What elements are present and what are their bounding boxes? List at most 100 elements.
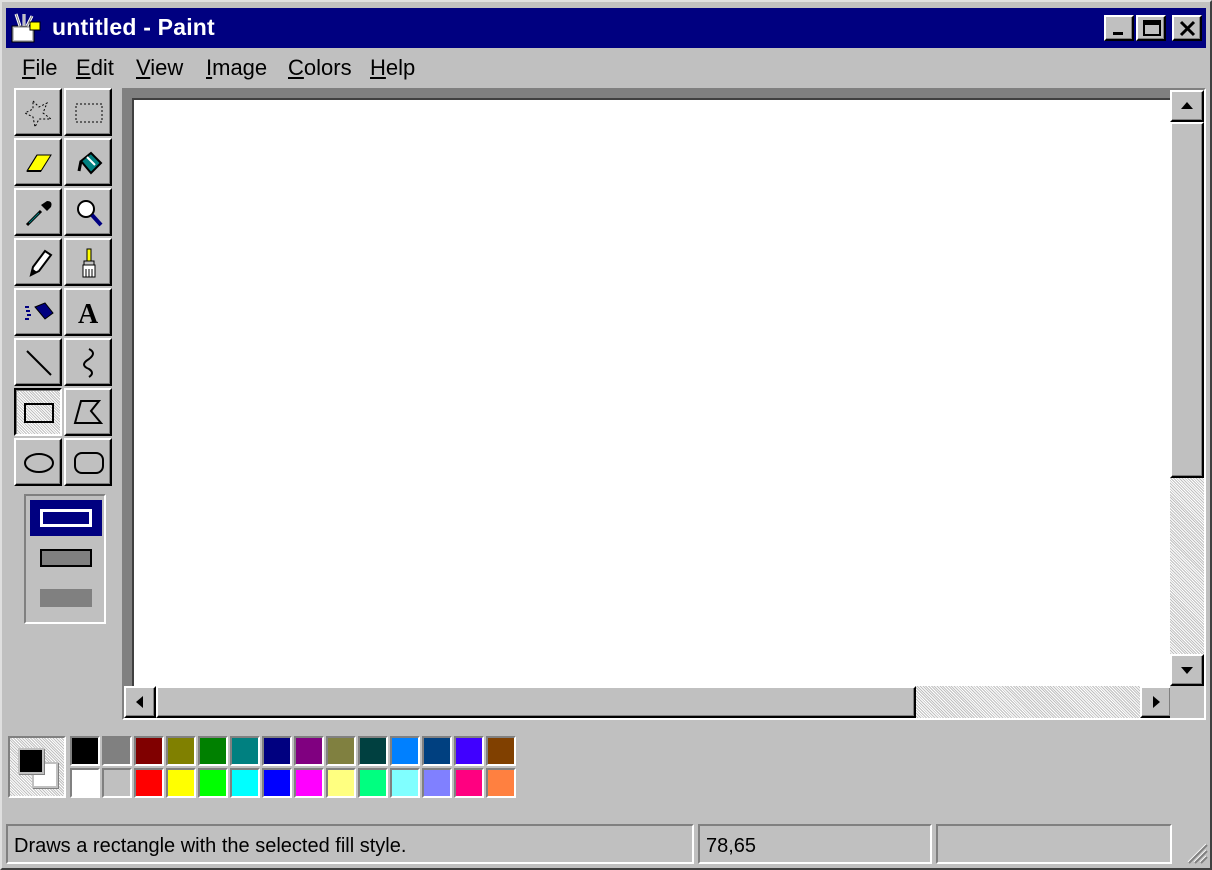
palette-swatch[interactable] <box>390 736 420 766</box>
tool-free-form-select[interactable] <box>14 88 62 136</box>
fill-style-fill[interactable] <box>30 580 102 616</box>
status-message: Draws a rectangle with the selected fill… <box>14 835 407 857</box>
rounded-rectangle-icon <box>74 452 104 474</box>
close-button[interactable] <box>1172 15 1202 41</box>
tool-magnifier[interactable] <box>64 188 112 236</box>
palette-swatch[interactable] <box>198 736 228 766</box>
tool-eraser[interactable] <box>14 138 62 186</box>
eyedropper-icon <box>25 201 52 227</box>
palette-swatch[interactable] <box>230 768 260 798</box>
palette-swatch[interactable] <box>102 736 132 766</box>
palette-swatch[interactable] <box>358 768 388 798</box>
palette-swatch[interactable] <box>70 768 100 798</box>
menu-view[interactable]: View <box>134 55 185 81</box>
palette-swatch[interactable] <box>230 736 260 766</box>
arrow-left-icon <box>136 696 143 708</box>
line-icon <box>26 350 52 376</box>
foreground-color <box>18 748 44 774</box>
rectangle-select-icon <box>75 103 103 123</box>
maximize-icon <box>1143 20 1161 36</box>
horizontal-scroll-thumb[interactable] <box>156 686 916 718</box>
tool-text[interactable]: A <box>64 288 112 336</box>
fill-style-outline-fill[interactable] <box>30 540 102 576</box>
palette-swatch[interactable] <box>166 768 196 798</box>
current-colors[interactable] <box>8 736 66 798</box>
scroll-up-button[interactable] <box>1170 90 1204 122</box>
palette-swatch[interactable] <box>134 736 164 766</box>
minimize-icon <box>1113 32 1123 35</box>
palette-swatch[interactable] <box>102 768 132 798</box>
drawing-canvas[interactable] <box>132 98 1174 690</box>
tool-pick-color[interactable] <box>14 188 62 236</box>
svg-text:A: A <box>78 299 99 329</box>
paint-app-icon[interactable] <box>10 12 42 44</box>
palette-swatch[interactable] <box>486 768 516 798</box>
canvas-frame <box>122 88 1206 720</box>
scroll-right-button[interactable] <box>1140 686 1172 718</box>
scroll-down-button[interactable] <box>1170 654 1204 686</box>
status-size-panel <box>936 824 1172 864</box>
pencil-icon <box>29 249 53 277</box>
tool-curve[interactable] <box>64 338 112 386</box>
paint-window: untitled - Paint File Edit View Image Co… <box>0 0 1212 870</box>
arrow-down-icon <box>1181 667 1193 674</box>
palette-swatch[interactable] <box>390 768 420 798</box>
palette-swatch[interactable] <box>262 768 292 798</box>
menu-bar: File Edit View Image Colors Help <box>6 52 1206 84</box>
palette-swatch[interactable] <box>326 736 356 766</box>
maximize-button[interactable] <box>1136 15 1166 41</box>
tool-rectangle[interactable] <box>14 388 62 436</box>
outline-fill-swatch <box>40 549 92 567</box>
menu-file[interactable]: File <box>20 55 59 81</box>
palette-swatch[interactable] <box>422 768 452 798</box>
status-coordinates-panel: 78,65 <box>698 824 932 864</box>
fill-style-outline[interactable] <box>30 500 102 536</box>
tool-fill-with-color[interactable] <box>64 138 112 186</box>
menu-colors[interactable]: Colors <box>286 55 354 81</box>
color-palette <box>8 734 528 802</box>
curve-icon <box>83 348 94 378</box>
vertical-scroll-thumb[interactable] <box>1170 122 1204 478</box>
palette-swatch[interactable] <box>454 768 484 798</box>
status-message-panel: Draws a rectangle with the selected fill… <box>6 824 694 864</box>
window-title: untitled - Paint <box>52 14 215 40</box>
fill-swatch <box>40 589 92 607</box>
paint-bucket-icon <box>77 151 103 175</box>
palette-swatch[interactable] <box>326 768 356 798</box>
tool-airbrush[interactable] <box>14 288 62 336</box>
scroll-left-button[interactable] <box>124 686 156 718</box>
resize-grip-icon[interactable] <box>1182 838 1208 864</box>
palette-swatch[interactable] <box>70 736 100 766</box>
palette-swatch[interactable] <box>486 736 516 766</box>
palette-swatch[interactable] <box>294 768 324 798</box>
tool-pencil[interactable] <box>14 238 62 286</box>
palette-swatch[interactable] <box>294 736 324 766</box>
title-bar[interactable]: untitled - Paint <box>6 8 1206 48</box>
tool-line[interactable] <box>14 338 62 386</box>
tool-rounded-rectangle[interactable] <box>64 438 112 486</box>
arrow-right-icon <box>1153 696 1160 708</box>
horizontal-scrollbar[interactable] <box>124 686 1172 718</box>
palette-swatch[interactable] <box>198 768 228 798</box>
palette-swatch[interactable] <box>166 736 196 766</box>
palette-swatch[interactable] <box>422 736 452 766</box>
menu-edit[interactable]: Edit <box>74 55 116 81</box>
menu-help[interactable]: Help <box>368 55 417 81</box>
tool-ellipse[interactable] <box>14 438 62 486</box>
scroll-corner <box>1170 686 1204 718</box>
tool-polygon[interactable] <box>64 388 112 436</box>
cursor-coordinates: 78,65 <box>706 835 757 857</box>
free-form-select-icon <box>23 99 53 129</box>
tool-select[interactable] <box>64 88 112 136</box>
palette-swatch[interactable] <box>134 768 164 798</box>
menu-image[interactable]: Image <box>204 55 269 81</box>
palette-swatch[interactable] <box>358 736 388 766</box>
vertical-scrollbar[interactable] <box>1170 90 1204 686</box>
palette-swatch[interactable] <box>262 736 292 766</box>
minimize-button[interactable] <box>1104 15 1134 41</box>
outline-swatch <box>40 509 92 527</box>
eraser-icon <box>26 154 52 172</box>
tool-brush[interactable] <box>64 238 112 286</box>
text-icon: A <box>78 299 99 329</box>
palette-swatch[interactable] <box>454 736 484 766</box>
